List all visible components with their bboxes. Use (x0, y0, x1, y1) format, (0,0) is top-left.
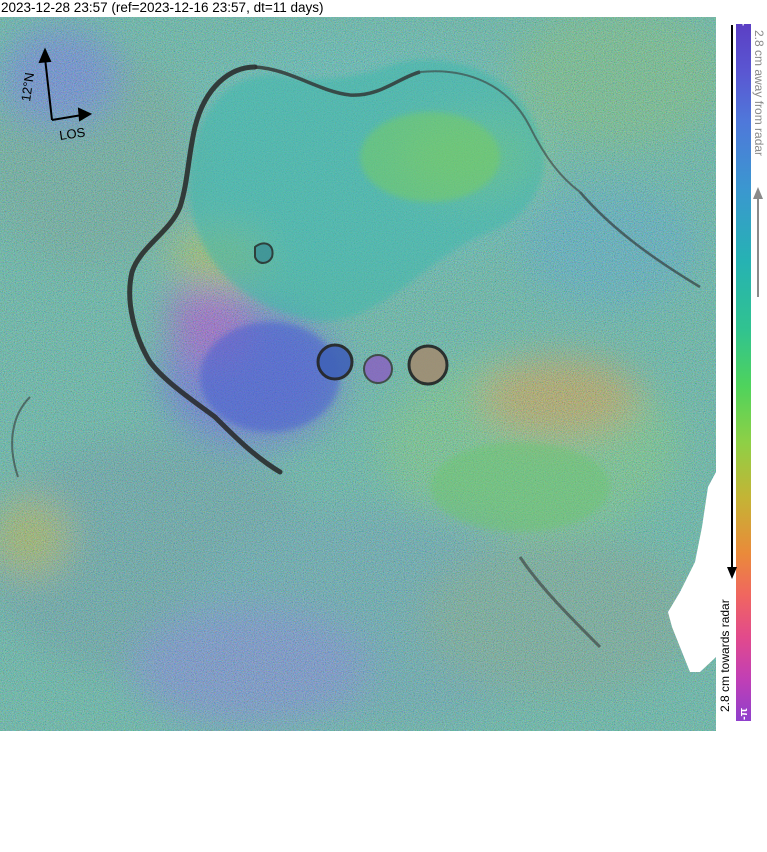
los-arrow-head (77, 107, 93, 122)
compass: 12°N LOS (18, 40, 100, 150)
north-label: 12°N (20, 72, 37, 103)
los-label: LOS (58, 124, 86, 143)
north-arrow-head (38, 47, 52, 64)
north-arrow (44, 57, 53, 121)
interferogram-svg (0, 17, 716, 731)
compass-svg: 12°N LOS (18, 47, 93, 143)
interferogram-map (0, 17, 716, 731)
towards-label: 2.8 cm towards radar (718, 599, 732, 712)
los-arrow (51, 114, 83, 121)
towards-arrow-head (727, 567, 737, 579)
away-label: 2.8 cm away from radar (752, 30, 766, 157)
towards-label-box: 2.8 cm towards radar (718, 599, 732, 852)
header-bar: 2023-12-28 23:57 (ref=2023-12-16 23:57, … (0, 0, 767, 17)
image-title: 2023-12-28 23:57 (ref=2023-12-16 23:57, … (1, 0, 324, 15)
away-label-box: 2.8 cm away from radar (752, 30, 766, 190)
